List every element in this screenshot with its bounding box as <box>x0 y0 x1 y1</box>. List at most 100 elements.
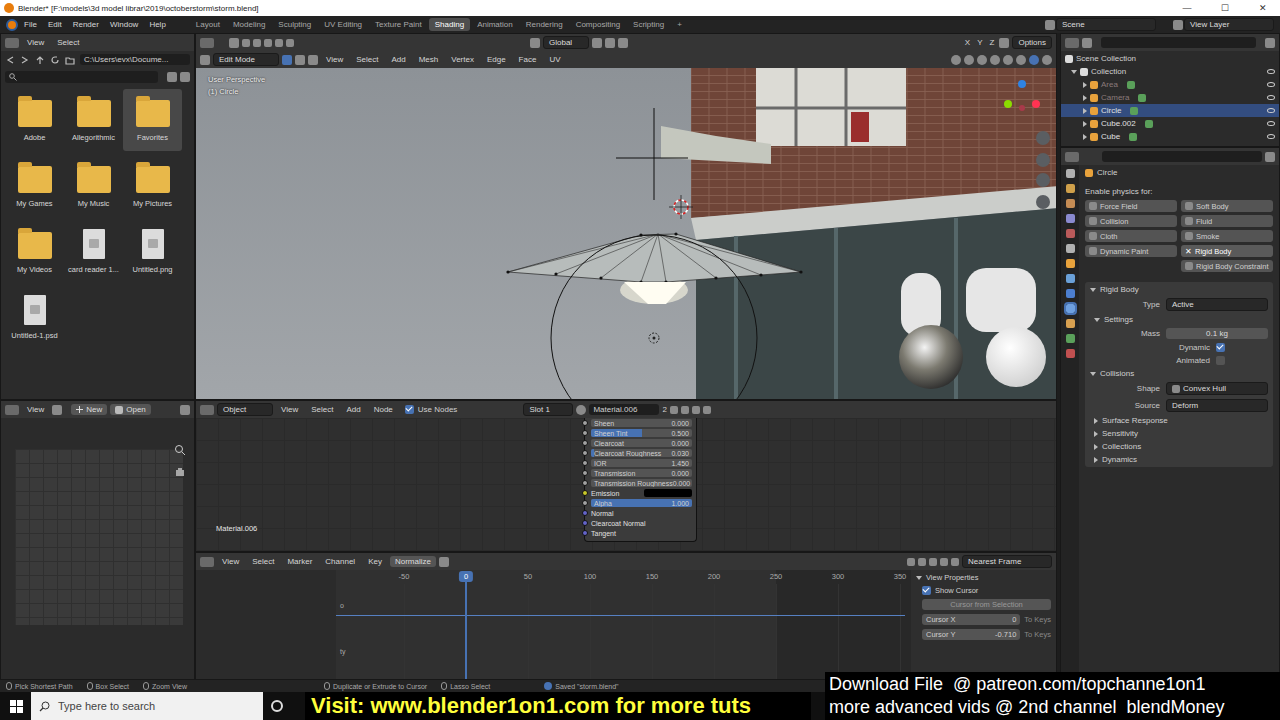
node-input-row[interactable]: Sheen0.000 <box>591 418 692 428</box>
file-item[interactable]: My Pictures <box>123 155 182 217</box>
properties-search[interactable] <box>1102 151 1262 162</box>
arrow-left-icon[interactable] <box>5 55 15 65</box>
pin-icon[interactable] <box>703 406 711 414</box>
select-new-icon[interactable] <box>242 39 250 47</box>
physics-button[interactable]: Dynamic Paint <box>1085 245 1177 257</box>
mirror-axis-toggle[interactable]: Y <box>975 38 984 47</box>
node-canvas[interactable]: Sheen0.000Sheen Tint0.500Clearcoat0.000C… <box>196 418 1056 551</box>
menu-item[interactable]: Add <box>386 54 410 65</box>
subpanel-header[interactable]: Dynamics <box>1090 455 1268 464</box>
to-keys-button[interactable]: To Keys <box>1024 630 1051 639</box>
outliner-row[interactable]: Cube.002 <box>1061 117 1279 130</box>
expand-arrow[interactable] <box>1083 82 1087 88</box>
file-item[interactable]: My Games <box>5 155 64 217</box>
number-field[interactable]: IOR1.450 <box>591 459 692 467</box>
arrow-up-icon[interactable] <box>35 55 45 65</box>
properties-tab-icon[interactable] <box>1066 304 1075 313</box>
current-frame[interactable]: 0 <box>459 571 473 582</box>
vertex-select-icon[interactable] <box>282 55 292 65</box>
menu-item[interactable]: Window <box>105 19 143 30</box>
mode-dropdown[interactable]: Edit Mode <box>213 53 279 66</box>
menu-item[interactable]: File <box>19 19 42 30</box>
xray-icon[interactable] <box>990 55 1000 65</box>
select-subtract-icon[interactable] <box>264 39 272 47</box>
properties-tab-icon[interactable] <box>1066 214 1075 223</box>
outliner-row[interactable]: Camera <box>1061 91 1279 104</box>
visibility-icon[interactable] <box>951 55 961 65</box>
input-socket[interactable] <box>582 510 588 516</box>
subpanel-header[interactable]: Surface Response <box>1090 416 1268 425</box>
subpanel-header[interactable]: Sensitivity <box>1090 429 1268 438</box>
input-socket[interactable] <box>582 500 588 506</box>
properties-tab-icon[interactable] <box>1066 349 1075 358</box>
search-field[interactable] <box>5 71 158 83</box>
show-cursor-row[interactable]: Show Cursor <box>916 586 1051 595</box>
slot-dropdown[interactable]: Slot 1 <box>523 403 573 416</box>
shape-dropdown[interactable]: Convex Hull <box>1166 382 1268 395</box>
menu-item[interactable]: Mesh <box>414 54 444 65</box>
select-invert-icon[interactable] <box>275 39 283 47</box>
mass-field[interactable]: 0.1 kg <box>1166 328 1268 339</box>
pivot-icon[interactable] <box>592 38 602 48</box>
node-input-row[interactable]: Clearcoat0.000 <box>591 438 692 448</box>
physics-button[interactable]: Smoke <box>1181 230 1273 242</box>
slider-field[interactable]: Clearcoat Roughness0.030 <box>591 449 692 457</box>
mirror-axis-toggle[interactable]: X <box>963 38 972 47</box>
options-dropdown[interactable]: Options <box>1012 36 1052 49</box>
expand-arrow[interactable] <box>1094 318 1100 322</box>
collisions-subpanel-title[interactable]: Collisions <box>1090 369 1268 378</box>
menu-item[interactable]: Add <box>341 404 365 415</box>
input-socket[interactable] <box>582 520 588 526</box>
physics-button[interactable]: Rigid Body Constraint <box>1181 260 1273 272</box>
properties-tab-icon[interactable] <box>1066 319 1075 328</box>
face-select-icon[interactable] <box>308 55 318 65</box>
outliner-search[interactable] <box>1101 37 1256 48</box>
use-nodes-checkbox[interactable] <box>405 405 414 414</box>
node-input-row[interactable]: Tangent <box>591 528 692 538</box>
expand-arrow[interactable] <box>1094 418 1098 424</box>
window-control-button[interactable]: — <box>1170 3 1204 13</box>
windows-start-icon[interactable] <box>10 700 23 713</box>
menu-item[interactable]: Edge <box>482 54 511 65</box>
cursor-from-selection-button[interactable]: Cursor from Selection <box>922 599 1051 610</box>
menu-item[interactable]: View <box>321 54 348 65</box>
node-input-row[interactable]: Normal <box>591 508 692 518</box>
graph-icon[interactable] <box>929 558 937 566</box>
expand-arrow[interactable] <box>1094 457 1098 463</box>
slider-field[interactable]: Transmission0.000 <box>591 469 692 477</box>
input-socket[interactable] <box>582 530 588 536</box>
menu-item[interactable]: Select <box>351 54 383 65</box>
expand-arrow[interactable] <box>916 576 922 580</box>
expand-arrow[interactable] <box>1090 288 1096 292</box>
input-socket[interactable] <box>582 490 588 496</box>
animated-checkbox[interactable] <box>1216 356 1225 365</box>
workspace-tab[interactable]: UV Editing <box>318 18 368 31</box>
editor-type-icon[interactable] <box>1065 38 1079 48</box>
node-input-row[interactable]: Transmission Roughness0.000 <box>591 478 692 488</box>
menu-item[interactable]: Vertex <box>446 54 479 65</box>
input-socket[interactable] <box>582 450 588 456</box>
file-item[interactable]: Favorites <box>123 89 182 151</box>
scene-selector[interactable]: Scene <box>1056 18 1156 31</box>
list-icon[interactable] <box>52 405 62 415</box>
display-mode-icon[interactable] <box>1082 38 1092 48</box>
workspace-tab[interactable]: Scripting <box>627 18 670 31</box>
editor-type-icon[interactable] <box>200 38 214 48</box>
input-socket[interactable] <box>582 480 588 486</box>
physics-button[interactable]: Collision <box>1085 215 1177 227</box>
expand-arrow[interactable] <box>1083 108 1087 114</box>
shader-type-dropdown[interactable]: Object <box>217 403 273 416</box>
menu-item[interactable]: View <box>217 556 244 567</box>
mirror-axis-toggle[interactable]: Z <box>988 38 997 47</box>
input-socket[interactable] <box>582 420 588 426</box>
menu-item[interactable]: View <box>276 404 303 415</box>
hand-icon[interactable] <box>174 465 186 477</box>
input-socket[interactable] <box>582 440 588 446</box>
menu-item[interactable]: Node <box>369 404 398 415</box>
workspace-tab[interactable]: Texture Paint <box>369 18 428 31</box>
expand-arrow[interactable] <box>1094 444 1098 450</box>
new-image-button[interactable]: New <box>71 404 107 415</box>
properties-tab-icon[interactable] <box>1066 169 1075 178</box>
visibility-icon[interactable] <box>1267 134 1275 139</box>
menu-item[interactable]: Key <box>363 556 387 567</box>
